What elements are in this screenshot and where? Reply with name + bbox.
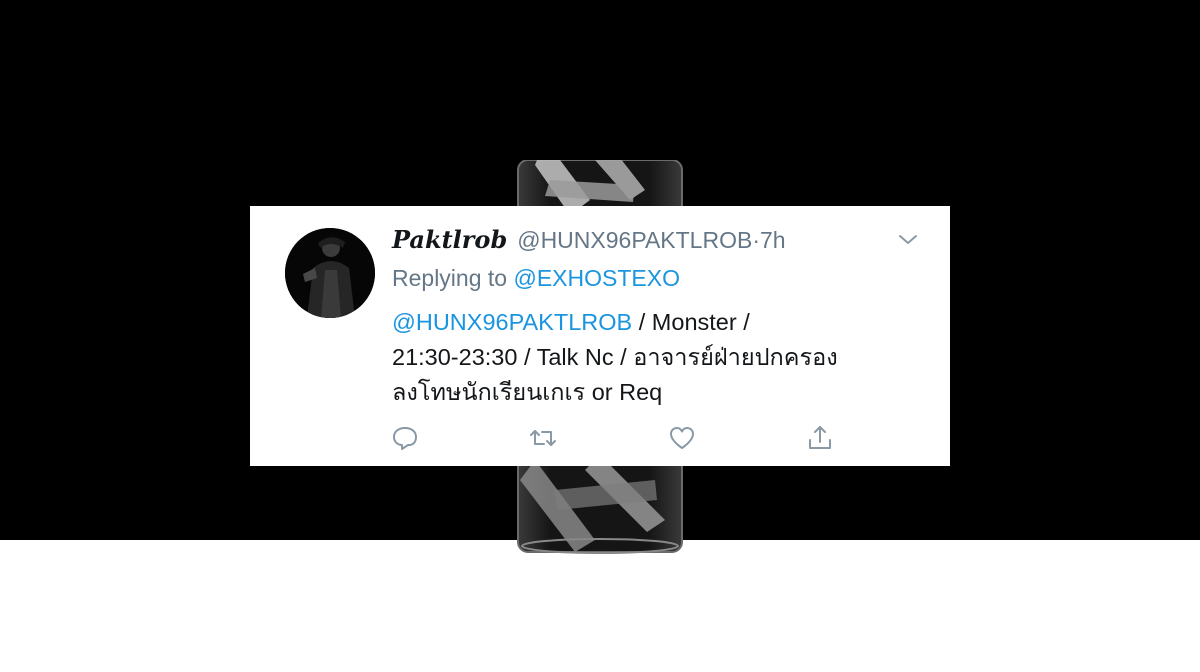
handle[interactable]: @HUNX96PAKTLROB: [517, 227, 752, 253]
tweet-header: Paktlrob @HUNX96PAKTLROB·7h: [392, 225, 786, 255]
replying-to: Replying to @EXHOSTEXO: [392, 263, 680, 293]
timestamp[interactable]: 7h: [760, 227, 786, 253]
tweet-actions: [250, 424, 950, 454]
chevron-down-icon[interactable]: [897, 231, 919, 249]
reply-icon[interactable]: [390, 424, 420, 452]
tweet-text-line2: 21:30-23:30 / Talk Nc / อาจารย์ฝ่ายปกครอ…: [392, 344, 838, 370]
tweet-text-line1: / Monster /: [632, 309, 750, 335]
replying-to-label: Replying to: [392, 265, 508, 291]
display-name[interactable]: Paktlrob: [392, 225, 507, 254]
tweet-text-line3: ลงโทษนักเรียนเกเร or Req: [392, 379, 663, 405]
like-icon[interactable]: [667, 424, 697, 452]
tweet-text: @HUNX96PAKTLROB / Monster / 21:30-23:30 …: [392, 305, 922, 410]
retweet-icon[interactable]: [528, 424, 558, 452]
replying-to-link[interactable]: @EXHOSTEXO: [513, 265, 680, 291]
separator-dot: ·: [752, 227, 760, 253]
mention-link[interactable]: @HUNX96PAKTLROB: [392, 309, 632, 335]
share-icon[interactable]: [805, 424, 835, 452]
avatar[interactable]: [285, 228, 375, 318]
tweet-card[interactable]: Paktlrob @HUNX96PAKTLROB·7h Replying to @…: [250, 206, 950, 466]
